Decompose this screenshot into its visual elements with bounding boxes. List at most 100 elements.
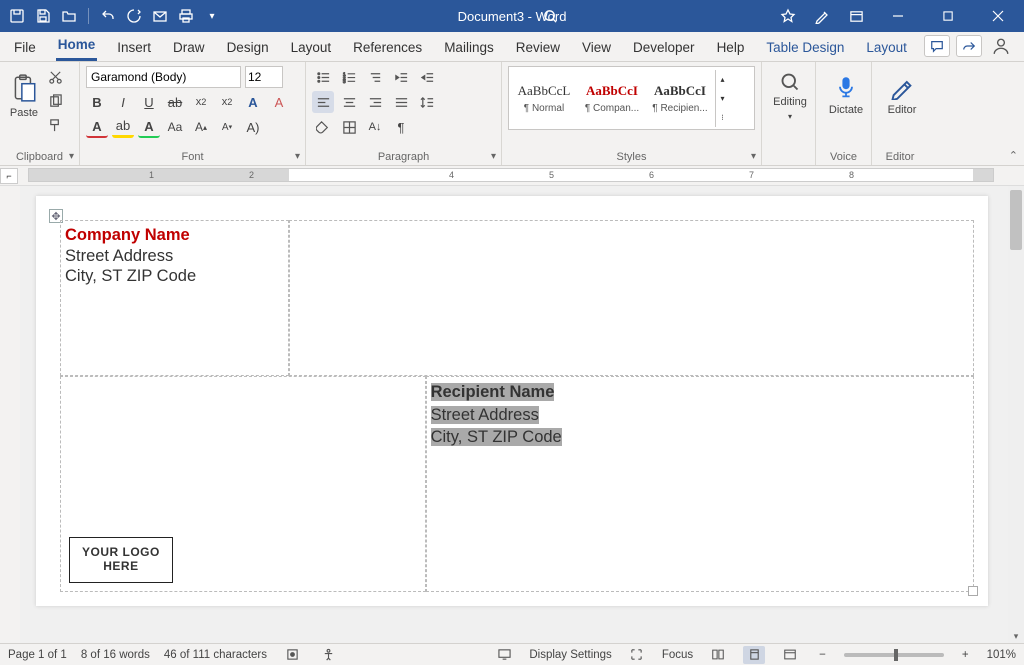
print-layout-button[interactable] bbox=[743, 646, 765, 664]
recipient-city[interactable]: City, ST ZIP Code bbox=[431, 428, 562, 446]
tab-draw[interactable]: Draw bbox=[171, 34, 207, 61]
horizontal-ruler[interactable]: ⌐ 1 2 4 5 6 7 8 bbox=[0, 166, 1024, 186]
ruler-track[interactable]: 1 2 4 5 6 7 8 bbox=[28, 168, 994, 182]
align-left-button[interactable] bbox=[312, 91, 334, 113]
style-company[interactable]: AaBbCcI ¶ Compan... bbox=[579, 69, 645, 127]
editor-button[interactable]: Editor bbox=[878, 66, 926, 126]
recipient-street[interactable]: Street Address bbox=[431, 406, 539, 424]
account-icon[interactable] bbox=[988, 35, 1014, 57]
tab-insert[interactable]: Insert bbox=[115, 34, 153, 61]
align-center-button[interactable] bbox=[338, 91, 360, 113]
tab-layout[interactable]: Layout bbox=[289, 34, 334, 61]
zoom-thumb[interactable] bbox=[894, 649, 898, 661]
font-color-button[interactable]: A bbox=[86, 116, 108, 138]
dictate-button[interactable]: Dictate bbox=[822, 66, 870, 126]
page[interactable]: ✥ Company Name Street Address City, ST Z… bbox=[36, 196, 988, 606]
web-layout-button[interactable] bbox=[779, 646, 801, 664]
share-button[interactable] bbox=[956, 35, 982, 57]
company-name[interactable]: Company Name bbox=[65, 225, 284, 246]
autosave-icon[interactable] bbox=[8, 7, 26, 25]
quick-print-icon[interactable] bbox=[177, 7, 195, 25]
zoom-out-button[interactable]: − bbox=[815, 649, 830, 661]
align-right-button[interactable] bbox=[364, 91, 386, 113]
vertical-ruler[interactable] bbox=[0, 186, 20, 643]
zoom-slider[interactable] bbox=[844, 653, 944, 657]
company-city[interactable]: City, ST ZIP Code bbox=[65, 266, 284, 287]
comments-button[interactable] bbox=[924, 35, 950, 57]
superscript-button[interactable]: x2 bbox=[216, 91, 238, 113]
undo-icon[interactable] bbox=[99, 7, 117, 25]
sender-cell[interactable]: Company Name Street Address City, ST ZIP… bbox=[60, 220, 289, 376]
tab-home[interactable]: Home bbox=[56, 31, 98, 61]
qat-customize-icon[interactable]: ▾ bbox=[203, 7, 221, 25]
status-page[interactable]: Page 1 of 1 bbox=[8, 649, 67, 661]
status-chars[interactable]: 46 of 111 characters bbox=[164, 649, 267, 661]
tab-mailings[interactable]: Mailings bbox=[442, 34, 496, 61]
tab-developer[interactable]: Developer bbox=[631, 34, 697, 61]
show-marks-button[interactable]: ¶ bbox=[390, 116, 412, 138]
styles-dialog-launcher[interactable]: ▾ bbox=[751, 151, 756, 162]
bold-button[interactable]: B bbox=[86, 91, 108, 113]
collapse-ribbon-icon[interactable]: ⌃ bbox=[1009, 149, 1018, 162]
zoom-in-button[interactable]: + bbox=[958, 649, 973, 661]
paragraph-dialog-launcher[interactable]: ▾ bbox=[491, 151, 496, 162]
phonetic-button[interactable]: A) bbox=[242, 116, 264, 138]
premium-icon[interactable] bbox=[774, 0, 802, 32]
tab-file[interactable]: File bbox=[12, 34, 38, 61]
copy-button[interactable] bbox=[44, 90, 66, 112]
styles-gallery[interactable]: AaBbCcL ¶ Normal AaBbCcI ¶ Compan... AaB… bbox=[508, 66, 755, 130]
font-dialog-launcher[interactable]: ▾ bbox=[295, 151, 300, 162]
grow-font-button[interactable]: A▴ bbox=[190, 116, 212, 138]
cut-button[interactable] bbox=[44, 66, 66, 88]
bullets-button[interactable] bbox=[312, 66, 334, 88]
table-resize-handle[interactable] bbox=[968, 586, 978, 596]
clear-format-button[interactable]: A bbox=[268, 91, 290, 113]
text-effects-button[interactable]: A bbox=[242, 91, 264, 113]
sort-button[interactable]: A↓ bbox=[364, 116, 386, 138]
vertical-scrollbar[interactable]: ▴ ▾ bbox=[1008, 186, 1024, 643]
zoom-level[interactable]: 101% bbox=[987, 649, 1016, 661]
style-recipient[interactable]: AaBbCcI ¶ Recipien... bbox=[647, 69, 713, 127]
styles-more[interactable]: ▴▾⁝ bbox=[715, 70, 729, 127]
underline-button[interactable]: U bbox=[138, 91, 160, 113]
open-icon[interactable] bbox=[60, 7, 78, 25]
numbering-button[interactable]: 123 bbox=[338, 66, 360, 88]
format-painter-button[interactable] bbox=[44, 114, 66, 136]
ribbon-display-icon[interactable] bbox=[842, 0, 870, 32]
increase-indent-button[interactable] bbox=[416, 66, 438, 88]
font-color2-button[interactable]: A bbox=[138, 116, 160, 138]
highlight-button[interactable]: ab bbox=[112, 116, 134, 138]
tab-table-design[interactable]: Table Design bbox=[764, 34, 846, 61]
tab-table-layout[interactable]: Layout bbox=[864, 34, 909, 61]
display-settings-label[interactable]: Display Settings bbox=[529, 649, 611, 661]
clipboard-dialog-launcher[interactable]: ▾ bbox=[69, 151, 74, 162]
status-words[interactable]: 8 of 16 words bbox=[81, 649, 150, 661]
redo-icon[interactable] bbox=[125, 7, 143, 25]
logo-placeholder[interactable]: YOUR LOGO HERE bbox=[69, 537, 173, 583]
minimize-button[interactable] bbox=[876, 0, 920, 32]
focus-label[interactable]: Focus bbox=[662, 649, 693, 661]
coming-soon-icon[interactable] bbox=[808, 0, 836, 32]
read-mode-button[interactable] bbox=[707, 646, 729, 664]
borders-button[interactable] bbox=[338, 116, 360, 138]
shrink-font-button[interactable]: A▾ bbox=[216, 116, 238, 138]
tab-selector[interactable]: ⌐ bbox=[0, 168, 18, 184]
macro-recording-icon[interactable] bbox=[281, 646, 303, 664]
tab-review[interactable]: Review bbox=[514, 34, 562, 61]
scroll-thumb[interactable] bbox=[1010, 190, 1022, 250]
recipient-name[interactable]: Recipient Name bbox=[431, 383, 555, 401]
recipient-cell[interactable]: Recipient Name Street Address City, ST Z… bbox=[426, 376, 974, 592]
page-scroll[interactable]: ✥ Company Name Street Address City, ST Z… bbox=[20, 186, 1024, 643]
tab-help[interactable]: Help bbox=[715, 34, 747, 61]
multilevel-button[interactable] bbox=[364, 66, 386, 88]
tab-references[interactable]: References bbox=[351, 34, 424, 61]
email-icon[interactable] bbox=[151, 7, 169, 25]
style-normal[interactable]: AaBbCcL ¶ Normal bbox=[511, 69, 577, 127]
shading-button[interactable] bbox=[312, 116, 334, 138]
save-icon[interactable] bbox=[34, 7, 52, 25]
close-button[interactable] bbox=[976, 0, 1020, 32]
font-name-combo[interactable] bbox=[86, 66, 241, 88]
justify-button[interactable] bbox=[390, 91, 412, 113]
accessibility-icon[interactable] bbox=[317, 646, 339, 664]
search-button[interactable] bbox=[543, 9, 558, 24]
